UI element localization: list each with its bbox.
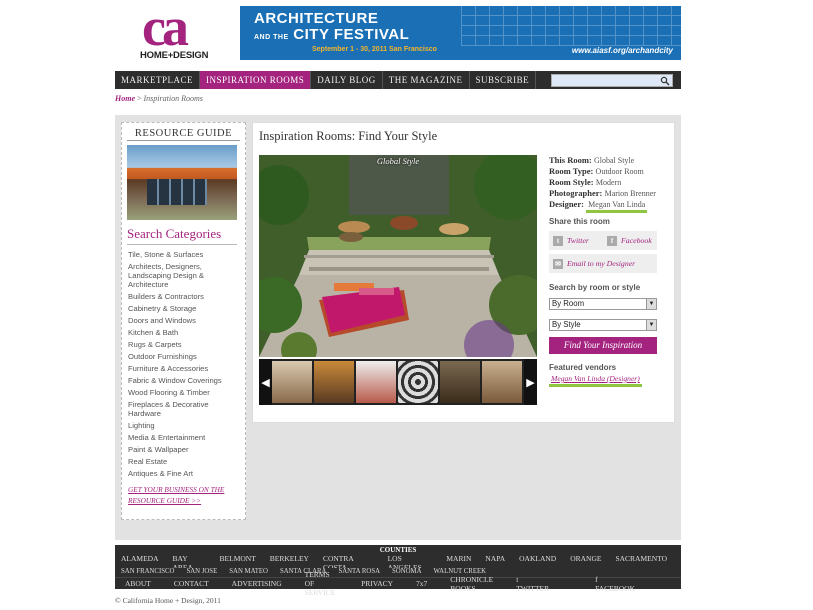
nav-the-magazine[interactable]: THE MAGAZINE xyxy=(383,71,470,89)
room-info: This Room: Global Style Room Type: Outdo… xyxy=(549,155,667,387)
share-twitter-button[interactable]: t Twitter xyxy=(549,235,603,246)
resource-guide-cta-link[interactable]: GET YOUR BUSINESS ON THE RESOURCE GUIDE … xyxy=(128,484,240,506)
nav-marketplace[interactable]: MARKETPLACE xyxy=(115,71,201,89)
footer-privacy-link[interactable]: PRIVACY xyxy=(361,579,393,588)
category-item[interactable]: Lighting xyxy=(128,421,238,430)
counties-title: COUNTIES xyxy=(379,546,417,554)
resource-guide-sidebar: RESOURCE GUIDE Search Categories Tile, S… xyxy=(121,122,246,520)
by-room-select[interactable]: By Room ▼ xyxy=(549,298,657,310)
category-item[interactable]: Architects, Designers, Landscaping Desig… xyxy=(128,262,238,289)
banner-line2: AND THE CITY FESTIVAL xyxy=(254,26,410,43)
breadcrumb: Home > Inspiration Rooms xyxy=(115,94,203,103)
footer-nav: ABOUT CONTACT ADVERTISING TERMS OF SERVI… xyxy=(115,570,681,597)
garden-photo-illustration xyxy=(259,155,537,357)
thumbs-prev-arrow[interactable]: ◀ xyxy=(259,359,273,405)
thumbnail[interactable] xyxy=(314,361,355,403)
hero-caption: Global Style xyxy=(376,156,420,166)
banner-map-graphic xyxy=(461,6,681,46)
county-link[interactable]: SANTA ROSA xyxy=(338,568,380,577)
share-title: Share this room xyxy=(549,217,610,226)
category-item[interactable]: Fabric & Window Coverings xyxy=(128,376,238,385)
category-item[interactable]: Wood Flooring & Timber xyxy=(128,388,238,397)
this-room-value: Global Style xyxy=(593,156,635,165)
footer-about-link[interactable]: ABOUT xyxy=(125,579,151,588)
counties-bar: COUNTIES ALAMEDA BAY AREA BELMONT BERKEL… xyxy=(115,545,681,572)
category-item[interactable]: Antiques & Fine Art xyxy=(128,469,238,478)
nav-subscribe[interactable]: SUBSCRIBE xyxy=(470,71,537,89)
category-item[interactable]: Real Estate xyxy=(128,457,238,466)
banner-dates: September 1 - 30, 2011 San Francisco xyxy=(312,46,437,53)
search-icon[interactable] xyxy=(660,76,670,86)
thumbnail[interactable] xyxy=(482,361,523,403)
category-item[interactable]: Rugs & Carpets xyxy=(128,340,238,349)
breadcrumb-home[interactable]: Home xyxy=(115,94,135,103)
share-facebook-button[interactable]: f Facebook xyxy=(603,235,657,246)
thumbs-next-arrow[interactable]: ▶ xyxy=(524,359,538,405)
festival-banner-ad[interactable]: ARCHITECTURE AND THE CITY FESTIVAL Septe… xyxy=(240,6,681,60)
facebook-icon: f xyxy=(607,235,617,246)
banner-line1: ARCHITECTURE xyxy=(254,10,379,27)
chevron-down-icon: ▼ xyxy=(646,320,656,330)
thumbnail[interactable] xyxy=(356,361,397,403)
inspiration-panel: Inspiration Rooms: Find Your Style Globa… xyxy=(252,122,675,423)
email-designer-button[interactable]: ✉ Email to my Designer xyxy=(549,254,657,273)
category-item[interactable]: Kitchen & Bath xyxy=(128,328,238,337)
thumbnail[interactable] xyxy=(440,361,481,403)
footer-advertising-link[interactable]: ADVERTISING xyxy=(232,579,282,588)
chevron-down-icon: ▼ xyxy=(646,299,656,309)
featured-vendor-link[interactable]: Megan Van Linda (Designer) xyxy=(549,373,642,387)
category-item[interactable]: Outdoor Furnishings xyxy=(128,352,238,361)
nav-daily-blog[interactable]: DAILY BLOG xyxy=(311,71,383,89)
share-social-row: t Twitter f Facebook xyxy=(549,231,657,250)
county-link[interactable]: SONOMA xyxy=(392,568,421,577)
designer-link[interactable]: Megan Van Linda xyxy=(586,199,648,213)
category-item[interactable]: Fireplaces & Decorative Hardware xyxy=(128,400,238,418)
category-item[interactable]: Paint & Wallpaper xyxy=(128,445,238,454)
category-item[interactable]: Doors and Windows xyxy=(128,316,238,325)
logo-mark: ca xyxy=(142,0,189,57)
logo-subtitle: HOME+DESIGN xyxy=(140,50,209,61)
county-link[interactable]: SAN FRANCISCO xyxy=(121,568,174,577)
find-inspiration-button[interactable]: Find Your Inspiration xyxy=(549,337,657,354)
footer-twitter-link[interactable]: t TWITTER xyxy=(516,575,572,593)
facebook-icon: f xyxy=(595,574,598,584)
footer-terms-link[interactable]: TERMS OF SERVICE xyxy=(305,570,338,597)
site-logo[interactable]: ca HOME+DESIGN xyxy=(140,0,216,62)
category-item[interactable]: Tile, Stone & Surfaces xyxy=(128,250,238,259)
twitter-icon: t xyxy=(516,574,519,584)
category-item[interactable]: Builders & Contractors xyxy=(128,292,238,301)
category-item[interactable]: Media & Entertainment xyxy=(128,433,238,442)
footer-facebook-link[interactable]: f FACEBOOK xyxy=(595,575,658,593)
banner-url: www.aiasf.org/archandcity xyxy=(571,46,673,55)
photographer-value: Marion Brenner xyxy=(604,189,656,198)
search-input[interactable] xyxy=(551,74,673,87)
hero-photo[interactable]: Global Style xyxy=(259,155,537,357)
room-style-value: Modern xyxy=(595,178,622,187)
nav-inspiration-rooms[interactable]: INSPIRATION ROOMS xyxy=(200,71,312,89)
thumbnail[interactable] xyxy=(398,361,439,403)
search-categories-title: Search Categories xyxy=(127,226,237,245)
room-type-value: Outdoor Room xyxy=(595,167,644,176)
category-list: Tile, Stone & Surfaces Architects, Desig… xyxy=(128,250,238,478)
breadcrumb-current: Inspiration Rooms xyxy=(143,94,203,103)
thumbnail[interactable] xyxy=(272,361,313,403)
page-title: Inspiration Rooms: Find Your Style xyxy=(259,129,438,143)
twitter-icon: t xyxy=(553,235,563,246)
copyright: © California Home + Design, 2011 xyxy=(115,596,221,605)
main-nav: MARKETPLACE INSPIRATION ROOMS DAILY BLOG… xyxy=(115,71,681,89)
county-link[interactable]: SAN JOSE xyxy=(186,568,217,577)
email-icon: ✉ xyxy=(553,258,563,269)
county-link[interactable]: SAN MATEO xyxy=(229,568,268,577)
resource-guide-title: RESOURCE GUIDE xyxy=(127,128,240,141)
by-style-select[interactable]: By Style ▼ xyxy=(549,319,657,331)
category-item[interactable]: Cabinetry & Storage xyxy=(128,304,238,313)
thumbnail-strip: ◀ ▶ xyxy=(259,359,538,405)
category-item[interactable]: Furniture & Accessories xyxy=(128,364,238,373)
footer-contact-link[interactable]: CONTACT xyxy=(174,579,209,588)
footer-7x7-link[interactable]: 7x7 xyxy=(416,579,427,588)
featured-vendors-title: Featured vendors xyxy=(549,363,617,372)
search-by-title: Search by room or style xyxy=(549,283,641,292)
footer-chronicle-books-link[interactable]: CHRONICLE BOOKS xyxy=(450,575,493,593)
resource-guide-image[interactable] xyxy=(127,145,237,220)
